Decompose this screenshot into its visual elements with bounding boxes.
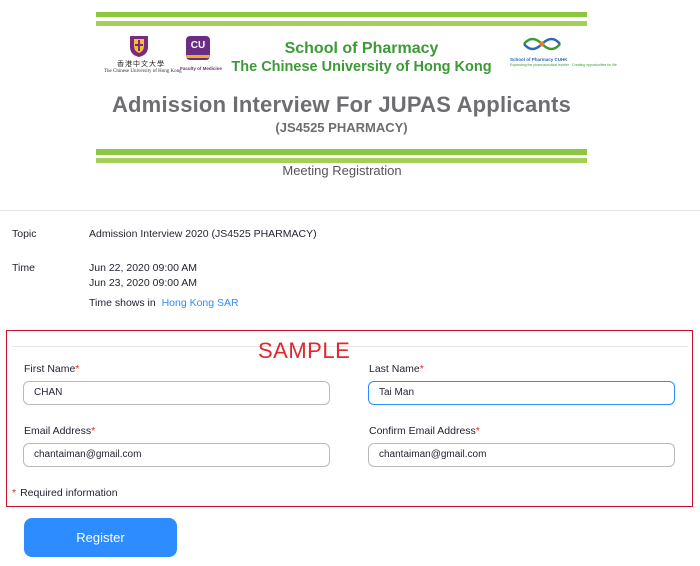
email-label: Email Address* (24, 425, 96, 437)
time-value-2: Jun 23, 2020 09:00 AM (89, 277, 197, 289)
time-value-1: Jun 22, 2020 09:00 AM (89, 262, 197, 274)
timezone-prefix: Time shows in (89, 297, 156, 309)
register-button[interactable]: Register (24, 518, 177, 557)
banner-top-bar (96, 12, 587, 17)
timezone-note: Time shows in Hong Kong SAR (89, 297, 239, 309)
last-name-input[interactable]: Tai Man (368, 381, 675, 405)
banner-subtitle: (JS4525 PHARMACY) (275, 120, 408, 135)
pharmacy-helix-icon (523, 37, 561, 51)
first-name-label: First Name* (24, 363, 80, 375)
banner-top-bar-2 (96, 21, 587, 26)
confirm-email-label: Confirm Email Address* (369, 425, 480, 437)
last-name-label: Last Name* (369, 363, 424, 375)
sop-logo-tagline: Expanding the pharmaceutical frontier · … (510, 63, 617, 67)
divider (0, 210, 700, 211)
timezone-link[interactable]: Hong Kong SAR (162, 297, 239, 309)
time-label: Time (12, 262, 35, 274)
school-of-pharmacy-logo: School of Pharmacy CUHK Expanding the ph… (506, 34, 617, 74)
banner-title: Admission Interview For JUPAS Applicants (111, 92, 572, 117)
sop-logo-name: School of Pharmacy CUHK (510, 57, 568, 62)
confirm-email-input[interactable]: chantaiman@gmail.com (368, 443, 675, 467)
first-name-input[interactable]: CHAN (23, 381, 330, 405)
banner-bottom-bar (96, 149, 587, 155)
required-info-note: * Required information (12, 487, 118, 499)
topic-label: Topic (12, 228, 37, 240)
topic-value: Admission Interview 2020 (JS4525 PHARMAC… (89, 228, 317, 240)
email-input[interactable]: chantaiman@gmail.com (23, 443, 330, 467)
event-banner: 香港中文大學 The Chinese University of Hong Ko… (96, 12, 617, 164)
sample-watermark: SAMPLE (258, 338, 351, 363)
page-title: Meeting Registration (282, 163, 402, 178)
